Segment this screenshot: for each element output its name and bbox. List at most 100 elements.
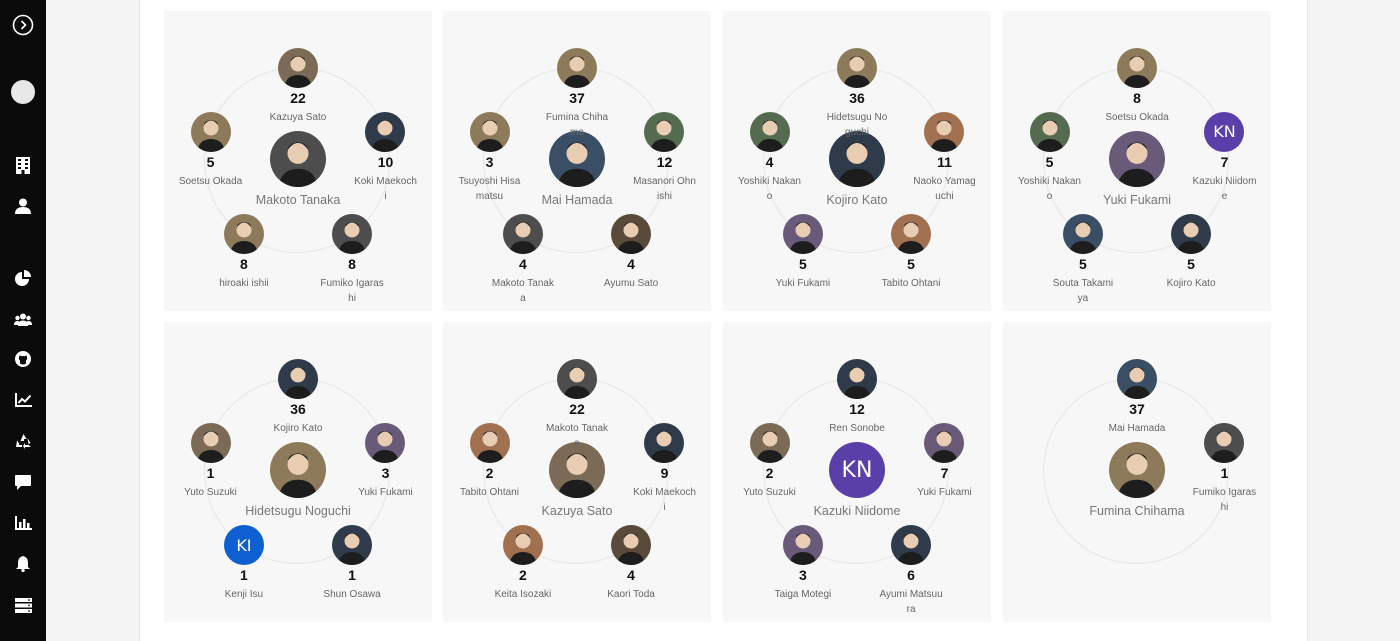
satellite-avatar[interactable] [924, 111, 965, 152]
bell-icon[interactable] [10, 551, 36, 577]
satellite-avatar[interactable] [557, 48, 597, 88]
center-avatar[interactable] [1109, 442, 1165, 498]
satellite-avatar[interactable] [190, 111, 231, 152]
satellite-avatar[interactable] [557, 359, 597, 399]
satellite-avatar[interactable] [1117, 48, 1157, 88]
chevron-right-circle-icon[interactable] [10, 12, 36, 38]
satellite-name: Tabito Ohtani [460, 486, 519, 498]
satellite-count: 12 [849, 401, 865, 417]
satellite-avatar[interactable] [502, 525, 543, 566]
satellite-avatar[interactable] [469, 111, 510, 152]
person-card: Kojiro Kato 36 Hidetsugu Noguchi 11 Naoko Ya… [723, 11, 991, 311]
center-avatar[interactable] [270, 442, 326, 498]
server-icon[interactable] [10, 592, 36, 618]
person-card: Mai Hamada 37 Fumina Chihama 12 Masanori Ohn… [443, 11, 711, 311]
satellite-name: Fumina Chihama [545, 112, 609, 138]
satellite-count: 37 [1129, 401, 1145, 417]
center-name: Kojiro Kato [826, 193, 888, 207]
satellite-avatar[interactable] [782, 525, 823, 566]
satellite-name: Kazuki Niidome [1192, 175, 1257, 202]
satellite-avatar[interactable] [1062, 214, 1103, 255]
satellite-avatar[interactable] [190, 422, 231, 463]
satellite-count: 5 [206, 153, 215, 170]
satellite-count: 37 [569, 90, 585, 106]
satellite-avatar[interactable] [278, 48, 318, 88]
center-name: Fumina Chihama [1089, 504, 1185, 518]
satellite-count: 22 [290, 90, 306, 106]
satellite-avatar[interactable] [611, 214, 652, 255]
satellite-count: 36 [849, 90, 865, 106]
satellite-name: Makoto Tanaka [491, 278, 554, 305]
satellite-name: Kazuya Sato [269, 112, 327, 123]
satellite-avatar[interactable] [1117, 359, 1157, 399]
building-icon[interactable] [10, 152, 36, 178]
satellite-avatar[interactable]: KN [1204, 111, 1245, 152]
satellite-name: Yuki Fukami [775, 278, 831, 290]
satellite-name: Soetsu Okada [1105, 112, 1169, 123]
satellite-avatar[interactable] [365, 111, 406, 152]
satellite-name: Yuto Suzuki [743, 486, 796, 498]
satellite-name: Mai Hamada [1108, 423, 1166, 434]
center-name: Mai Hamada [541, 193, 613, 207]
satellite-avatar[interactable] [644, 111, 685, 152]
satellite-count: 7 [1220, 153, 1229, 170]
center-avatar[interactable] [270, 131, 326, 187]
satellite-name: Fumiko Igarashi [320, 278, 384, 305]
satellite-name: Taiga Motegi [774, 589, 832, 601]
satellite-avatar[interactable] [223, 214, 264, 255]
satellite-avatar[interactable] [782, 214, 823, 255]
satellite-count: 5 [1187, 256, 1195, 273]
satellite-avatar[interactable] [924, 422, 965, 463]
satellite-avatar[interactable] [644, 422, 685, 463]
satellite-count: 1 [240, 567, 248, 584]
satellite-avatar[interactable]: KI [223, 525, 264, 566]
satellite-name: Makoto Tanaka [545, 423, 609, 449]
users-icon[interactable] [10, 306, 36, 332]
line-chart-icon[interactable] [10, 387, 36, 413]
center-name: Kazuki Niidome [813, 504, 901, 518]
satellite-avatar[interactable] [749, 111, 790, 152]
satellite-avatar[interactable] [1204, 422, 1245, 463]
satellite-count: 1 [1220, 464, 1229, 481]
pie-chart-icon[interactable] [10, 265, 36, 291]
satellite-name: Kenji Isu [224, 589, 264, 601]
person-card: Yuki Fukami 8 Soetsu Okada KN 7 Kazuki Niidom… [1003, 11, 1271, 311]
center-name: Hidetsugu Noguchi [245, 504, 351, 518]
satellite-avatar[interactable] [469, 422, 510, 463]
satellite-count: 4 [765, 153, 774, 170]
center-avatar[interactable]: KN [829, 442, 885, 498]
satellite-avatar[interactable] [891, 525, 932, 566]
satellite-avatar[interactable] [278, 359, 318, 399]
bar-chart-icon[interactable] [10, 510, 36, 536]
satellite-avatar[interactable] [837, 48, 877, 88]
center-avatar[interactable] [1109, 131, 1165, 187]
satellite-avatar[interactable] [611, 525, 652, 566]
satellite-avatar[interactable] [749, 422, 790, 463]
satellite-count: 5 [1079, 256, 1087, 273]
satellite-avatar[interactable] [502, 214, 543, 255]
recycle-icon[interactable] [10, 428, 36, 454]
user-avatar[interactable] [11, 80, 35, 104]
satellite-avatar[interactable] [891, 214, 932, 255]
satellite-name: Souta Takamiya [1052, 278, 1114, 305]
satellite-count: 4 [519, 256, 527, 273]
satellite-count: 8 [348, 256, 356, 273]
satellite-name: Koki Maekochi [354, 175, 417, 202]
satellite-count: 3 [485, 153, 494, 170]
center-name: Yuki Fukami [1102, 193, 1172, 207]
satellite-avatar[interactable] [332, 214, 373, 255]
satellite-avatar[interactable] [837, 359, 877, 399]
satellite-name: Yuki Fukami [358, 486, 413, 498]
github-icon[interactable] [10, 346, 36, 372]
satellite-name: Keita Isozaki [494, 589, 552, 601]
comment-icon[interactable] [10, 469, 36, 495]
satellite-avatar[interactable] [332, 525, 373, 566]
satellite-name: Kaori Toda [607, 589, 655, 601]
satellite-name: Kojiro Kato [273, 423, 323, 434]
satellite-avatar[interactable] [1171, 214, 1212, 255]
satellite-name: Tsuyoshi Hisamatsu [458, 175, 521, 202]
satellite-avatar[interactable] [1029, 111, 1070, 152]
satellite-avatar[interactable] [365, 422, 406, 463]
satellite-count: 8 [240, 256, 248, 273]
user-icon[interactable] [10, 193, 36, 219]
